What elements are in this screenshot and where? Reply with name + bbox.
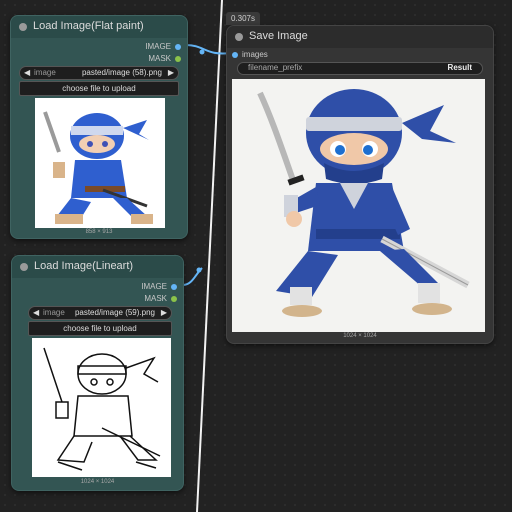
output-mask[interactable]: MASK	[101, 54, 181, 64]
combo-value: pasted/image (58).png	[81, 68, 162, 77]
right-arrow-icon[interactable]: ▶	[168, 68, 174, 77]
widget-label: filename_prefix	[248, 63, 303, 72]
left-arrow-icon[interactable]: ◀	[24, 68, 30, 77]
output-label: MASK	[148, 54, 171, 63]
split-divider	[196, 0, 223, 512]
image-dimensions: 858 × 913	[85, 229, 113, 235]
input-port-images[interactable]	[232, 52, 238, 58]
output-label: IMAGE	[141, 282, 167, 291]
preview-image-flat	[35, 98, 165, 228]
ninja-result-illustration	[232, 79, 485, 332]
load-image-lineart-node[interactable]: Load Image(Lineart) IMAGE MASK ◀ image p…	[11, 255, 184, 491]
node-title: Load Image(Flat paint)	[33, 20, 144, 32]
image-combo[interactable]: ◀ image pasted/image (58).png ▶	[19, 66, 179, 80]
node-header[interactable]: Load Image(Lineart)	[12, 256, 183, 278]
node-header[interactable]: Load Image(Flat paint)	[11, 16, 187, 38]
execution-time-badge: 0.307s	[226, 12, 260, 25]
output-port-image[interactable]	[171, 284, 177, 290]
output-mask[interactable]: MASK	[97, 294, 177, 304]
link-flat-to-save	[185, 44, 232, 55]
output-label: MASK	[144, 294, 167, 303]
combo-label: image	[34, 68, 56, 77]
output-port-mask[interactable]	[171, 296, 177, 302]
output-port-mask[interactable]	[175, 56, 181, 62]
preview-image-lineart	[32, 338, 171, 477]
save-image-node[interactable]: Save Image images filename_prefix Result	[226, 25, 494, 344]
combo-label: image	[43, 308, 65, 317]
input-images[interactable]: images	[232, 50, 292, 60]
image-dimensions: 1024 × 1024	[343, 333, 377, 339]
node-header[interactable]: Save Image	[227, 26, 493, 48]
link-midpoint	[196, 267, 202, 273]
ninja-flat-illustration	[35, 98, 165, 228]
upload-button[interactable]: choose file to upload	[19, 81, 179, 96]
link-lineart-out	[182, 267, 203, 286]
load-image-flat-node[interactable]: Load Image(Flat paint) IMAGE MASK ◀ imag…	[10, 15, 188, 239]
result-image	[232, 79, 485, 332]
left-arrow-icon[interactable]: ◀	[33, 308, 39, 317]
node-title: Save Image	[249, 30, 308, 42]
widget-value: Result	[447, 63, 472, 72]
upload-button[interactable]: choose file to upload	[28, 321, 172, 336]
node-status-dot-icon	[19, 23, 27, 31]
combo-value: pasted/image (59).png	[74, 308, 155, 317]
output-image[interactable]: IMAGE	[101, 42, 181, 52]
filename-prefix-field[interactable]: filename_prefix Result	[237, 62, 483, 75]
output-label: IMAGE	[145, 42, 171, 51]
image-combo[interactable]: ◀ image pasted/image (59).png ▶	[28, 306, 172, 320]
input-label: images	[242, 50, 268, 59]
node-title: Load Image(Lineart)	[34, 260, 134, 272]
output-image[interactable]: IMAGE	[97, 282, 177, 292]
image-dimensions: 1024 × 1024	[80, 479, 115, 485]
ninja-lineart-illustration	[32, 338, 171, 477]
link-midpoint	[199, 49, 205, 55]
right-arrow-icon[interactable]: ▶	[161, 308, 167, 317]
node-status-dot-icon	[235, 33, 243, 41]
node-status-dot-icon	[20, 263, 28, 271]
output-port-image[interactable]	[175, 44, 181, 50]
